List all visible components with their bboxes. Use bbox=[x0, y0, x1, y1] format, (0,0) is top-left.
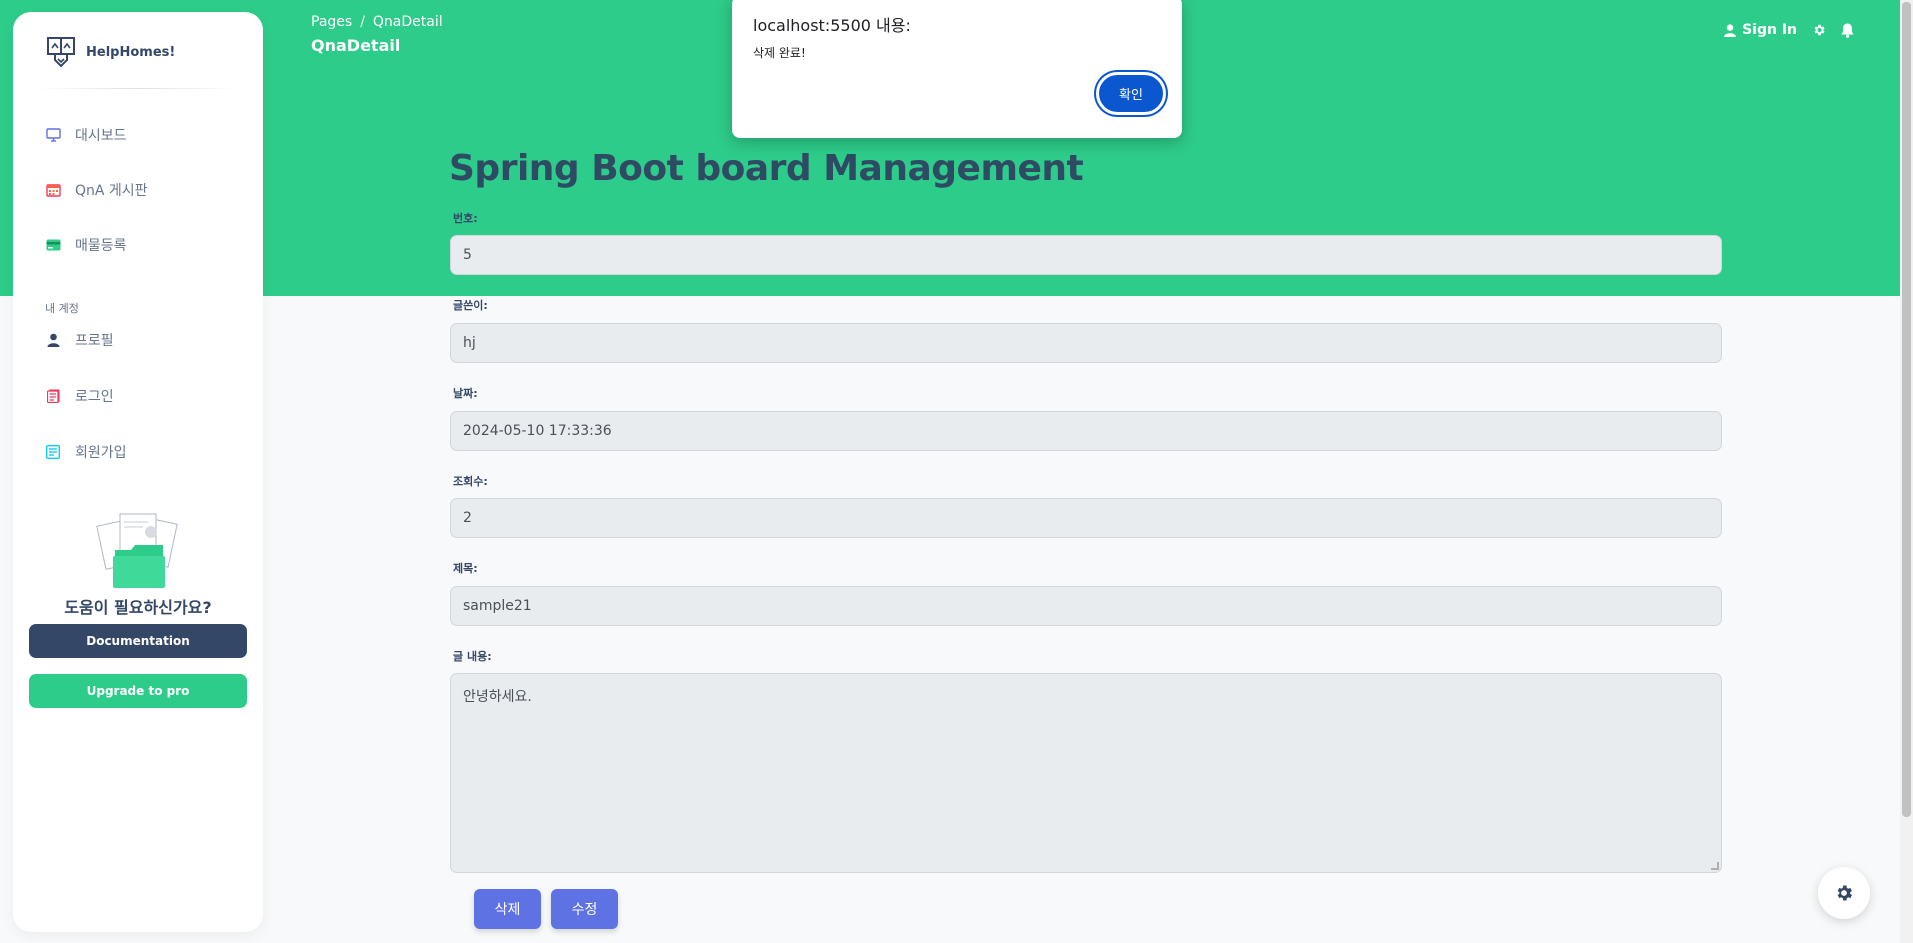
writer-field[interactable]: hj bbox=[450, 323, 1722, 363]
calendar-icon bbox=[45, 182, 61, 198]
dialog-message: 삭제 완료! bbox=[753, 46, 806, 60]
brand[interactable]: HelpHomes! bbox=[46, 36, 175, 68]
settings-fab[interactable] bbox=[1818, 867, 1870, 919]
sign-in-label: Sign In bbox=[1742, 22, 1797, 38]
sidebar-item-label: 프로필 bbox=[75, 333, 114, 349]
field-label-content: 글 내용: bbox=[453, 650, 492, 663]
sidebar-item-signup[interactable]: 회원가입 bbox=[35, 432, 241, 472]
dialog-title: localhost:5500 내용: bbox=[753, 16, 911, 35]
sidebar-item-login[interactable]: 로그인 bbox=[35, 376, 241, 416]
account-section-label: 내 계정 bbox=[45, 302, 79, 315]
subject-field[interactable]: sample21 bbox=[450, 586, 1722, 626]
sidebar-item-label: 대시보드 bbox=[75, 128, 127, 144]
sidebar-divider bbox=[35, 88, 241, 89]
gear-icon bbox=[1837, 885, 1852, 901]
documentation-button[interactable]: Documentation bbox=[29, 624, 247, 658]
field-label-number: 번호: bbox=[453, 212, 478, 225]
edit-button[interactable]: 수정 bbox=[551, 889, 618, 929]
dialog-ok-button[interactable]: 확인 bbox=[1096, 72, 1166, 115]
sidebar: HelpHomes! 대시보드 QnA 게시판 매물등록 내 계정 프로필 로그… bbox=[13, 12, 263, 932]
credit-card-icon bbox=[45, 237, 61, 253]
content-text: 안녕하세요. bbox=[463, 689, 532, 705]
page-title: QnaDetail bbox=[311, 36, 401, 55]
gear-icon[interactable] bbox=[1811, 23, 1826, 38]
sidebar-item-qna[interactable]: QnA 게시판 bbox=[35, 170, 241, 210]
sidebar-item-profile[interactable]: 프로필 bbox=[35, 320, 241, 360]
sidebar-item-label: 로그인 bbox=[75, 389, 114, 405]
sidebar-item-dashboard[interactable]: 대시보드 bbox=[35, 115, 241, 155]
board-title: Spring Boot board Management bbox=[449, 148, 1084, 189]
monitor-icon bbox=[45, 127, 61, 143]
house-logo-icon bbox=[47, 37, 75, 68]
document-icon bbox=[45, 388, 61, 404]
upgrade-button[interactable]: Upgrade to pro bbox=[29, 674, 247, 708]
sidebar-item-label: QnA 게시판 bbox=[75, 183, 148, 199]
user-icon bbox=[45, 332, 61, 348]
field-label-date: 날짜: bbox=[453, 387, 478, 400]
alert-dialog: localhost:5500 내용: 삭제 완료! 확인 bbox=[732, 0, 1182, 138]
delete-button[interactable]: 삭제 bbox=[474, 889, 541, 929]
field-label-writer: 글쓴이: bbox=[453, 299, 488, 312]
user-icon bbox=[1724, 23, 1737, 37]
breadcrumb-current: QnaDetail bbox=[372, 14, 443, 30]
breadcrumb: Pages / QnaDetail bbox=[311, 14, 443, 30]
field-label-subject: 제목: bbox=[453, 562, 478, 575]
breadcrumb-separator: / bbox=[360, 14, 365, 30]
help-folder-illustration bbox=[96, 513, 178, 588]
signup-icon bbox=[45, 444, 61, 460]
scrollbar-thumb[interactable] bbox=[1902, 2, 1911, 817]
bell-icon[interactable] bbox=[1840, 23, 1855, 38]
number-field[interactable]: 5 bbox=[450, 235, 1722, 275]
date-field[interactable]: 2024-05-10 17:33:36 bbox=[450, 411, 1722, 451]
breadcrumb-root[interactable]: Pages bbox=[311, 14, 352, 30]
field-label-views: 조회수: bbox=[453, 475, 488, 488]
brand-name: HelpHomes! bbox=[86, 44, 176, 60]
page-scrollbar[interactable] bbox=[1900, 0, 1913, 943]
sign-in-link[interactable]: Sign In bbox=[1724, 22, 1797, 38]
sidebar-item-label: 회원가입 bbox=[75, 445, 127, 461]
resize-handle[interactable] bbox=[1711, 862, 1719, 870]
sidebar-item-label: 매물등록 bbox=[75, 238, 127, 254]
navbar-actions: Sign In bbox=[1724, 22, 1855, 38]
views-field[interactable]: 2 bbox=[450, 498, 1722, 538]
content-textarea[interactable]: 안녕하세요. bbox=[450, 673, 1722, 873]
sidebar-item-listing[interactable]: 매물등록 bbox=[35, 225, 241, 265]
help-title: 도움이 필요하신가요? bbox=[64, 598, 212, 617]
